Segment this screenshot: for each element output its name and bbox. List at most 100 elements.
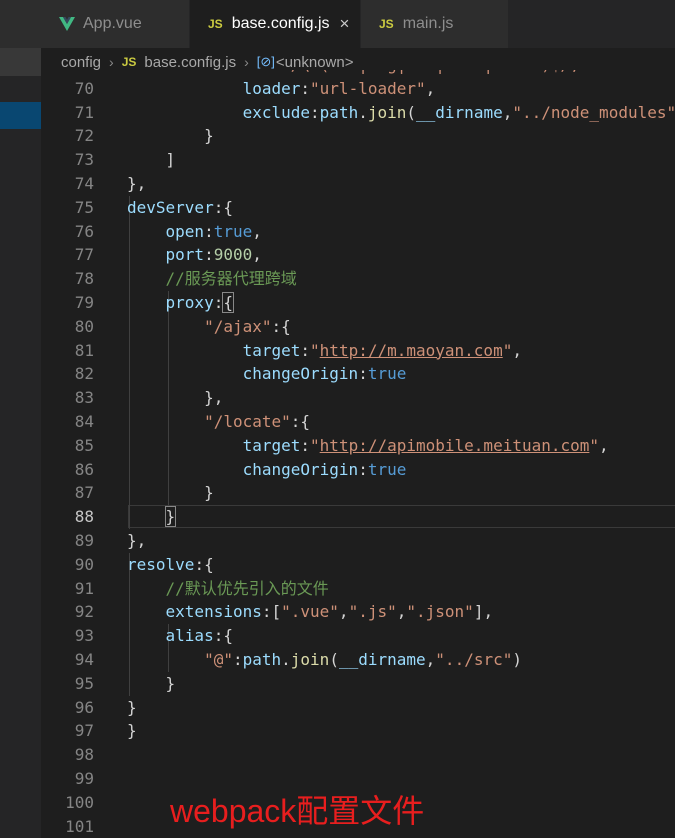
line-number: 89 <box>74 531 94 550</box>
code-line[interactable]: 96} <box>41 696 675 720</box>
sidebar-selected-item[interactable] <box>0 102 41 129</box>
line-number: 92 <box>74 602 94 622</box>
code-line[interactable]: 94 "@":path.join(__dirname,"../src") <box>41 648 675 672</box>
code-line[interactable]: 77 port:9000, <box>41 243 675 267</box>
annotation-text: webpack配置文件 <box>170 793 425 829</box>
line-number: 98 <box>74 745 94 765</box>
line-number: 79 <box>74 293 94 312</box>
code-text: }, <box>127 174 147 193</box>
line-number: 93 <box>74 626 94 646</box>
code-line[interactable]: 97} <box>41 719 675 743</box>
line-number: 81 <box>74 340 94 360</box>
line-number: 78 <box>74 269 94 289</box>
code-line[interactable]: 89}, <box>41 529 675 553</box>
code-text: devServer:{ <box>127 197 233 217</box>
chevron-right-icon: › <box>109 54 114 70</box>
code-line[interactable]: 87 } <box>41 481 675 505</box>
line-number: 91 <box>74 578 94 598</box>
code-line[interactable]: 84 "/locate":{ <box>41 410 675 434</box>
line-number: 94 <box>74 650 94 669</box>
vue-icon <box>59 17 75 31</box>
code-text: } <box>164 506 177 528</box>
line-number: 90 <box>74 554 94 574</box>
tab-label: App.vue <box>83 15 142 32</box>
code-text: } <box>204 483 214 503</box>
code-text: ] <box>165 150 176 170</box>
code-line[interactable]: 73 ] <box>41 148 675 172</box>
symbol-variable-icon: [⊘] <box>256 54 275 69</box>
breadcrumb-folder[interactable]: config <box>61 54 101 71</box>
code-text: "@":path.join(__dirname,"../src") <box>204 650 522 669</box>
code-line[interactable]: 74}, <box>41 172 675 196</box>
code-line[interactable]: 81 target:"http://m.maoyan.com", <box>41 339 675 363</box>
code-line[interactable]: 91 //默认优先引入的文件 <box>41 577 675 601</box>
line-number: 72 <box>74 126 94 146</box>
code-line[interactable]: 79 proxy:{ <box>41 291 675 315</box>
code-text: loader:"url-loader", <box>242 78 436 98</box>
code-text: proxy:{ <box>165 292 234 313</box>
line-number: 82 <box>74 364 94 384</box>
code-line[interactable]: 82 changeOrigin:true <box>41 362 675 386</box>
line-number: 76 <box>74 221 94 241</box>
chevron-right-icon: › <box>244 54 249 70</box>
code-text: "/ajax":{ <box>204 316 291 336</box>
code-line[interactable]: 93 alias:{ <box>41 624 675 648</box>
code-line[interactable]: 98 <box>41 743 675 767</box>
close-icon[interactable]: × <box>340 14 350 34</box>
code-line[interactable]: 72 } <box>41 124 675 148</box>
code-line[interactable]: 85 target:"http://apimobile.meituan.com"… <box>41 434 675 458</box>
line-number: 85 <box>74 435 94 455</box>
code-line[interactable]: 92 extensions:[".vue",".js",".json"], <box>41 600 675 624</box>
code-line[interactable]: 95 } <box>41 672 675 696</box>
code-line[interactable]: 69 test:/\.(eot|svg|ttf|woff|woff2)$/, <box>41 70 675 77</box>
code-line[interactable]: 76 open:true, <box>41 220 675 244</box>
tab-app-vue[interactable]: App.vue <box>41 0 190 48</box>
code-text: resolve:{ <box>127 554 214 574</box>
tab-label: main.js <box>402 15 454 32</box>
code-line[interactable]: 80 "/ajax":{ <box>41 315 675 339</box>
code-line[interactable]: 83 }, <box>41 386 675 410</box>
tab-label: base.config.js <box>231 15 330 32</box>
line-number: 83 <box>74 388 94 408</box>
line-number: 97 <box>74 721 94 741</box>
line-number: 86 <box>74 459 94 479</box>
line-number: 69 <box>41 70 94 77</box>
code-text: } <box>204 126 214 146</box>
line-number: 96 <box>74 697 94 717</box>
code-text: extensions:[".vue",".js",".json"], <box>165 602 494 622</box>
code-text: exclude:path.join(__dirname,"../node_mod… <box>242 102 675 122</box>
line-number: 87 <box>74 483 94 503</box>
breadcrumb-symbol[interactable]: <unknown> <box>276 54 354 71</box>
sidebar-band <box>0 48 41 76</box>
code-text: }, <box>204 388 224 408</box>
tab-base-config-js[interactable]: JS base.config.js × <box>190 0 361 48</box>
line-number: 100 <box>65 792 94 812</box>
code-line[interactable]: 86 changeOrigin:true <box>41 458 675 482</box>
line-number: 71 <box>74 102 94 122</box>
code-text: changeOrigin:true <box>242 364 407 384</box>
code-editor[interactable]: 69 test:/\.(eot|svg|ttf|woff|woff2)$/,70… <box>41 70 675 838</box>
code-line[interactable]: 88 } <box>41 505 675 529</box>
code-text: "/locate":{ <box>204 412 311 431</box>
js-icon: JS <box>208 17 223 31</box>
line-number: 74 <box>74 174 94 193</box>
code-line[interactable]: 75 devServer:{ <box>41 196 675 220</box>
tab-main-js[interactable]: JS main.js <box>361 0 509 48</box>
line-number: 84 <box>74 412 94 431</box>
sidebar-header <box>0 0 41 48</box>
code-text: test:/\.(eot|svg|ttf|woff|woff2)$/, <box>127 70 580 77</box>
code-line[interactable]: 78 //服务器代理跨域 <box>41 267 675 291</box>
code-text: target:"http://apimobile.meituan.com", <box>242 435 609 455</box>
code-text: } <box>127 697 137 717</box>
code-line[interactable]: 90 resolve:{ <box>41 553 675 577</box>
code-text: //默认优先引入的文件 <box>165 578 329 598</box>
breadcrumb-file[interactable]: base.config.js <box>144 54 236 71</box>
line-number: 88 <box>74 507 94 527</box>
code-text: } <box>165 673 176 693</box>
code-line[interactable]: 70 loader:"url-loader", <box>41 77 675 101</box>
line-number: 101 <box>65 816 94 836</box>
js-icon: JS <box>379 17 394 31</box>
js-icon: JS <box>121 55 137 69</box>
code-line[interactable]: 71 exclude:path.join(__dirname,"../node_… <box>41 101 675 125</box>
line-number: 95 <box>74 673 94 693</box>
